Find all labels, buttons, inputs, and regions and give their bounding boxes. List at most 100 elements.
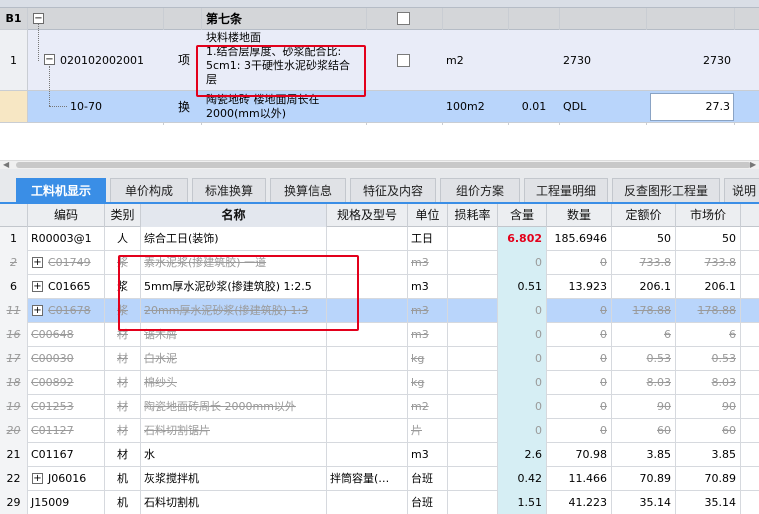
column-header[interactable]: 编码: [28, 204, 105, 227]
tab-pricing-scheme[interactable]: 组价方案: [440, 178, 520, 202]
cell-name[interactable]: 石料切割机: [141, 491, 327, 514]
cell-price[interactable]: 8.03: [612, 371, 676, 395]
cell-market[interactable]: 178.88: [676, 299, 741, 323]
cell-name[interactable]: 白水泥: [141, 347, 327, 371]
cell-spec[interactable]: 拌筒容量(…: [327, 467, 408, 491]
cell-name[interactable]: 灰浆搅拌机: [141, 467, 327, 491]
cell-name[interactable]: 陶瓷地面砖周长 2000mm以外: [141, 395, 327, 419]
cell-code[interactable]: + C01678: [28, 299, 105, 323]
scrollbar-thumb[interactable]: [16, 162, 751, 168]
quantity-input[interactable]: 27.3: [650, 93, 734, 121]
cell-unit[interactable]: m3: [408, 323, 448, 347]
cell-price[interactable]: 50: [612, 227, 676, 251]
cell-unit[interactable]: m3: [408, 299, 448, 323]
table-row[interactable]: 18 C00892 材 棉纱头 kg 0 0 8.03 8.03: [0, 371, 759, 395]
expand-icon[interactable]: +: [32, 305, 43, 316]
cell-code[interactable]: C00030: [28, 347, 105, 371]
cell-spec[interactable]: [327, 299, 408, 323]
cell-price[interactable]: 178.88: [612, 299, 676, 323]
table-row[interactable]: 19 C01253 材 陶瓷地面砖周长 2000mm以外 m2 0 0 90 90: [0, 395, 759, 419]
cell-spec[interactable]: [327, 227, 408, 251]
cell-market[interactable]: 733.8: [676, 251, 741, 275]
cell-qty[interactable]: 13.923: [547, 275, 612, 299]
cell-code[interactable]: J15009: [28, 491, 105, 514]
cell-loss[interactable]: [448, 395, 498, 419]
cell-market[interactable]: 35.14: [676, 491, 741, 514]
column-header[interactable]: 市场价: [676, 204, 741, 227]
cell-num[interactable]: 1: [0, 227, 28, 251]
cell-num[interactable]: 18: [0, 371, 28, 395]
cell-unit[interactable]: m3: [408, 443, 448, 467]
checkbox[interactable]: [397, 12, 410, 25]
tab-quantity-detail[interactable]: 工程量明细: [524, 178, 608, 202]
table-row[interactable]: 6 + C01665 浆 5mm厚水泥砂浆(掺建筑胶) 1:2.5 m3 0.51 13.92…: [0, 275, 759, 299]
cell-qty[interactable]: 0: [547, 371, 612, 395]
cell-spec[interactable]: [327, 395, 408, 419]
cell-market[interactable]: 8.03: [676, 371, 741, 395]
tab-features[interactable]: 特征及内容: [350, 178, 436, 202]
cell-market[interactable]: 206.1: [676, 275, 741, 299]
cell-unit[interactable]: m3: [408, 251, 448, 275]
cell-unit[interactable]: kg: [408, 347, 448, 371]
cell-name[interactable]: 素水泥浆(掺建筑胶) 一道: [141, 251, 327, 275]
cell-loss[interactable]: [448, 443, 498, 467]
column-header[interactable]: 类别: [105, 204, 141, 227]
cell-name[interactable]: 棉纱头: [141, 371, 327, 395]
cell-num[interactable]: 20: [0, 419, 28, 443]
cell-market[interactable]: 0.53: [676, 347, 741, 371]
cell-type[interactable]: 浆: [105, 251, 141, 275]
cell-num[interactable]: 17: [0, 347, 28, 371]
cell-code[interactable]: C00648: [28, 323, 105, 347]
cell-loss[interactable]: [448, 227, 498, 251]
cell-market[interactable]: 90: [676, 395, 741, 419]
cell-loss[interactable]: [448, 347, 498, 371]
cell-type[interactable]: 浆: [105, 275, 141, 299]
cell-name[interactable]: 水: [141, 443, 327, 467]
cell-price[interactable]: 3.85: [612, 443, 676, 467]
cell-price[interactable]: 70.89: [612, 467, 676, 491]
cell-price[interactable]: 0.53: [612, 347, 676, 371]
cell-price[interactable]: 60: [612, 419, 676, 443]
cell-num[interactable]: 21: [0, 443, 28, 467]
cell-unit[interactable]: m3: [408, 275, 448, 299]
table-row[interactable]: 20 C01127 材 石料切割锯片 片 0 0 60 60: [0, 419, 759, 443]
tab-material-display[interactable]: 工料机显示: [16, 178, 106, 202]
cell-price[interactable]: 733.8: [612, 251, 676, 275]
table-row[interactable]: 16 C00648 材 锯木屑 m3 0 0 6 6: [0, 323, 759, 347]
cell-loss[interactable]: [448, 491, 498, 514]
cell-qty[interactable]: 185.6946: [547, 227, 612, 251]
cell-qty[interactable]: 41.223: [547, 491, 612, 514]
cell-qty[interactable]: 0: [547, 299, 612, 323]
expand-icon[interactable]: +: [32, 257, 43, 268]
cell-code[interactable]: C01253: [28, 395, 105, 419]
cell-type[interactable]: 材: [105, 419, 141, 443]
cell-qty[interactable]: 11.466: [547, 467, 612, 491]
cell-spec[interactable]: [327, 323, 408, 347]
column-header[interactable]: 数量: [547, 204, 612, 227]
cell-type[interactable]: 人: [105, 227, 141, 251]
tab-conversion-info[interactable]: 换算信息: [270, 178, 346, 202]
column-header[interactable]: 规格及型号: [327, 204, 408, 227]
cell-content[interactable]: 0: [498, 323, 547, 347]
cell-content[interactable]: 6.802: [498, 227, 547, 251]
cell-unit[interactable]: 台班: [408, 491, 448, 514]
cell-unit[interactable]: 工日: [408, 227, 448, 251]
cell-spec[interactable]: [327, 443, 408, 467]
tab-notes[interactable]: 说明: [724, 178, 759, 202]
cell-type[interactable]: 材: [105, 443, 141, 467]
cell-unit[interactable]: kg: [408, 371, 448, 395]
scroll-right-icon[interactable]: ▶: [750, 160, 756, 169]
checkbox[interactable]: [397, 54, 410, 67]
tab-reverse-lookup[interactable]: 反查图形工程量: [612, 178, 720, 202]
cell-market[interactable]: 3.85: [676, 443, 741, 467]
cell-price[interactable]: 90: [612, 395, 676, 419]
table-row[interactable]: 1 R00003@1 人 综合工日(装饰) 工日 6.802 185.6946 50 50: [0, 227, 759, 251]
cell-code[interactable]: + C01665: [28, 275, 105, 299]
column-header[interactable]: 定额价: [612, 204, 676, 227]
cell-qty[interactable]: 0: [547, 251, 612, 275]
cell-num[interactable]: 29: [0, 491, 28, 514]
cell-loss[interactable]: [448, 419, 498, 443]
cell-spec[interactable]: [327, 371, 408, 395]
cell-qty[interactable]: 0: [547, 395, 612, 419]
column-header[interactable]: 含量: [498, 204, 547, 227]
